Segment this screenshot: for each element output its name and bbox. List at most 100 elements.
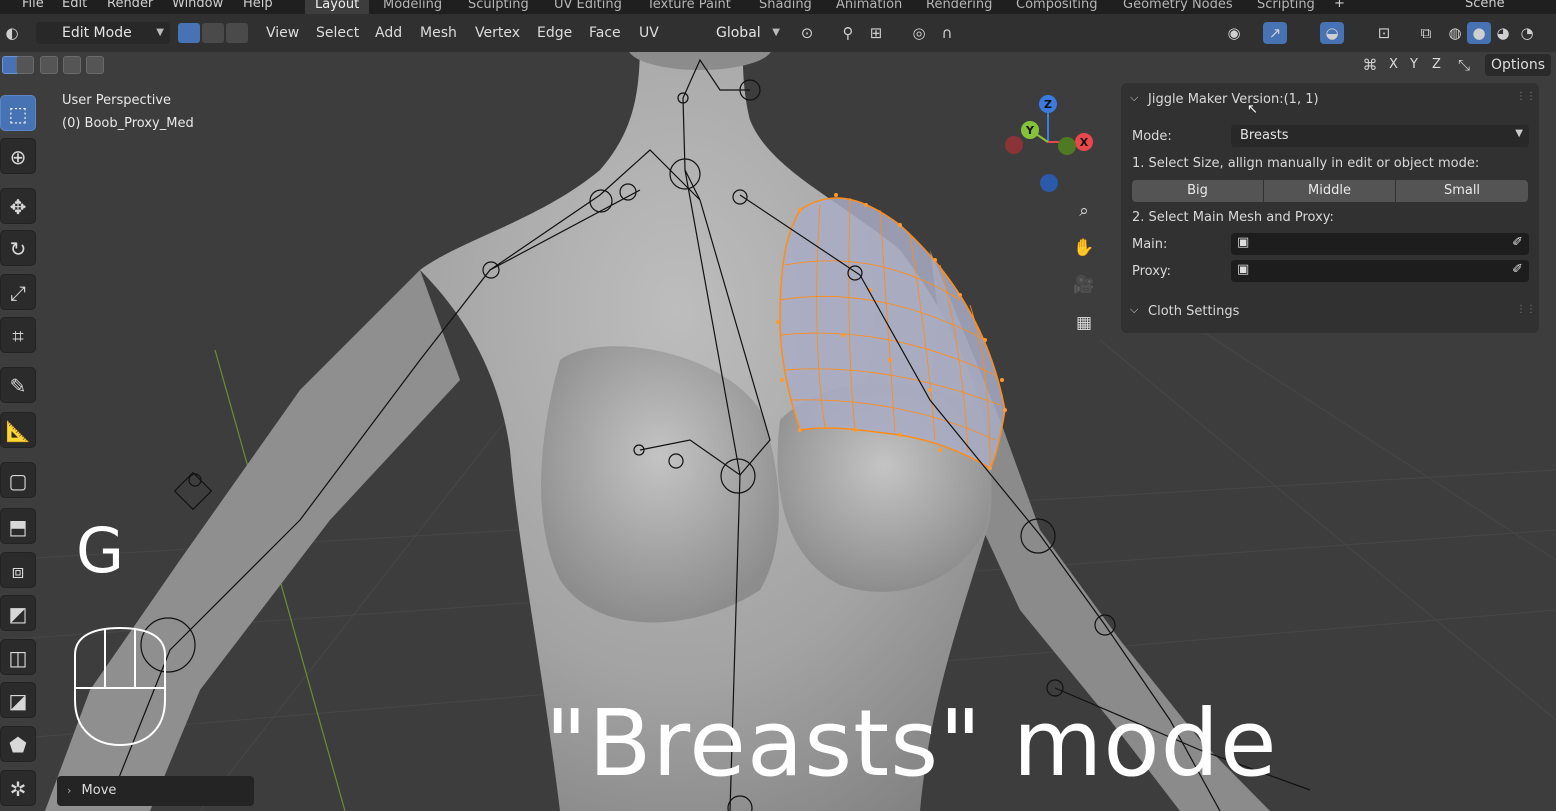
proxy-mesh-field[interactable]: ▣ ✐ [1231, 260, 1529, 282]
object-icon: ▣ [1237, 262, 1250, 277]
tab-compositing[interactable]: Compositing [1006, 0, 1108, 14]
mirror-axis-icon[interactable]: ⌘ [1358, 54, 1382, 76]
pivot-point-icon[interactable]: ⊙ [795, 22, 819, 44]
tab-modeling[interactable]: Modeling [373, 0, 452, 14]
mode-dropdown[interactable]: Breasts ▼ [1231, 125, 1529, 147]
menu-select[interactable]: Select [310, 22, 365, 44]
size-small-button[interactable]: Small [1396, 180, 1528, 202]
tab-sculpting[interactable]: Sculpting [458, 0, 539, 14]
last-operator-panel[interactable]: › Move [57, 776, 254, 806]
tool-shelf: ⬚ ⊕ ✥ ↻ ⤢ ⌗ ✎ 📐 ▢ ⬒ ⧈ ◩ ◫ ◪ ⬟ ✲ [0, 90, 38, 811]
material-shading-icon[interactable]: ◕ [1491, 22, 1515, 44]
panel-grip-icon[interactable]: ⋮⋮ [1516, 304, 1536, 315]
inset-tool-icon[interactable]: ⧈ [0, 552, 36, 588]
scene-selector[interactable]: Scene [1465, 0, 1505, 11]
gizmo-toggle-icon[interactable]: ↗ [1263, 22, 1287, 44]
panel-title[interactable]: Jiggle Maker Version:(1, 1) [1148, 92, 1319, 107]
mirror-x-toggle[interactable]: X [1383, 54, 1404, 76]
xray-mesh-icon[interactable]: ⊡ [1372, 22, 1396, 44]
tab-rendering[interactable]: Rendering [916, 0, 1002, 14]
tab-animation[interactable]: Animation [826, 0, 912, 14]
cursor-tool-icon[interactable]: ⊕ [0, 138, 36, 174]
panel-collapse-icon[interactable]: ⌵ [1130, 91, 1138, 105]
menu-face[interactable]: Face [583, 22, 627, 44]
panel-grip-icon[interactable]: ⋮⋮ [1516, 91, 1536, 102]
zoom-icon[interactable]: ⌕ [1068, 195, 1100, 227]
menu-edit[interactable]: Edit [62, 0, 87, 11]
menu-edge[interactable]: Edge [531, 22, 578, 44]
move-tool-icon[interactable]: ✥ [0, 188, 36, 224]
overlays-icon[interactable]: ◒ [1320, 22, 1344, 44]
tab-layout[interactable]: Layout [305, 0, 370, 14]
bevel-tool-icon[interactable]: ◩ [0, 595, 36, 631]
loop-cut-tool-icon[interactable]: ◫ [0, 639, 36, 675]
auto-merge-icon[interactable]: ⤡ [1452, 54, 1476, 76]
chevron-down-icon: ▼ [772, 27, 780, 38]
edge-select-toggle[interactable] [202, 23, 224, 43]
select-subtract-toggle[interactable] [40, 56, 58, 74]
rotate-tool-icon[interactable]: ↻ [0, 230, 36, 266]
solid-shading-icon[interactable]: ● [1467, 22, 1491, 44]
vertex-select-toggle[interactable] [178, 23, 200, 43]
menu-mesh[interactable]: Mesh [414, 22, 463, 44]
pan-hand-icon[interactable]: ✋ [1068, 232, 1100, 264]
main-mesh-field[interactable]: ▣ ✐ [1231, 233, 1529, 255]
tab-texture-paint[interactable]: Texture Paint [637, 0, 741, 14]
eyedropper-icon[interactable]: ✐ [1512, 262, 1523, 277]
wireframe-shading-icon[interactable]: ◍ [1443, 22, 1467, 44]
mouse-cursor-icon: ↖ [1247, 102, 1258, 117]
mirror-y-toggle[interactable]: Y [1404, 54, 1424, 76]
cloth-settings-header[interactable]: Cloth Settings [1148, 304, 1239, 319]
eyedropper-icon[interactable]: ✐ [1512, 235, 1523, 250]
xray-toggle-icon[interactable]: ⧉ [1414, 22, 1438, 44]
size-middle-button[interactable]: Middle [1264, 180, 1395, 202]
face-select-toggle[interactable] [226, 23, 248, 43]
menu-file[interactable]: File [22, 0, 44, 11]
active-object-label: (0) Boob_Proxy_Med [62, 116, 194, 131]
mode-selector[interactable]: Edit Mode ▼ [36, 22, 170, 44]
rendered-shading-icon[interactable]: ◔ [1515, 22, 1539, 44]
cloth-collapse-icon[interactable]: ⌵ [1130, 303, 1138, 317]
size-big-button[interactable]: Big [1132, 180, 1263, 202]
menu-uv[interactable]: UV [633, 22, 665, 44]
scale-tool-icon[interactable]: ⤢ [0, 274, 36, 310]
menu-window[interactable]: Window [172, 0, 223, 11]
poly-build-tool-icon[interactable]: ⬟ [0, 726, 36, 762]
editor-type-icon[interactable]: ◐ [0, 22, 24, 44]
mirror-z-toggle[interactable]: Z [1426, 54, 1447, 76]
extrude-tool-icon[interactable]: ⬒ [0, 508, 36, 544]
snap-icon[interactable]: ⚲ [836, 22, 860, 44]
select-extend-toggle[interactable] [16, 56, 34, 74]
ortho-grid-icon[interactable]: ▦ [1068, 307, 1100, 339]
select-box-tool-icon[interactable]: ⬚ [0, 95, 36, 131]
menu-add[interactable]: Add [369, 22, 408, 44]
snap-target-icon[interactable]: ⊞ [864, 22, 888, 44]
menu-vertex[interactable]: Vertex [469, 22, 526, 44]
menu-help[interactable]: Help [243, 0, 273, 11]
falloff-icon[interactable]: ∩ [935, 22, 959, 44]
add-cube-tool-icon[interactable]: ▢ [0, 462, 36, 498]
tab-scripting[interactable]: Scripting [1247, 0, 1325, 14]
measure-tool-icon[interactable]: 📐 [0, 412, 36, 448]
transform-orientation-dropdown[interactable]: Global ▼ [690, 22, 786, 44]
tab-shading[interactable]: Shading [749, 0, 822, 14]
proportional-edit-icon[interactable]: ◎ [907, 22, 931, 44]
menu-render[interactable]: Render [107, 0, 153, 11]
navigation-gizmo[interactable]: Z X Y [1000, 92, 1100, 192]
menu-view[interactable]: View [260, 22, 305, 44]
tab-geometry-nodes[interactable]: Geometry Nodes [1113, 0, 1243, 14]
select-invert-toggle[interactable] [63, 56, 81, 74]
proxy-label: Proxy: [1132, 264, 1172, 279]
tab-uv-editing[interactable]: UV Editing [544, 0, 632, 14]
add-workspace-button[interactable]: + [1334, 0, 1345, 11]
visibility-icon[interactable]: ◉ [1222, 22, 1246, 44]
knife-tool-icon[interactable]: ◪ [0, 682, 36, 718]
chevron-down-icon: ▼ [156, 27, 164, 38]
gizmo-z-label: Z [1044, 98, 1052, 111]
select-intersect-toggle[interactable] [86, 56, 104, 74]
transform-tool-icon[interactable]: ⌗ [0, 317, 36, 353]
options-dropdown[interactable]: Options [1485, 54, 1552, 76]
annotate-tool-icon[interactable]: ✎ [0, 367, 36, 403]
camera-view-icon[interactable]: 🎥 [1068, 269, 1100, 301]
spin-tool-icon[interactable]: ✲ [0, 770, 36, 806]
